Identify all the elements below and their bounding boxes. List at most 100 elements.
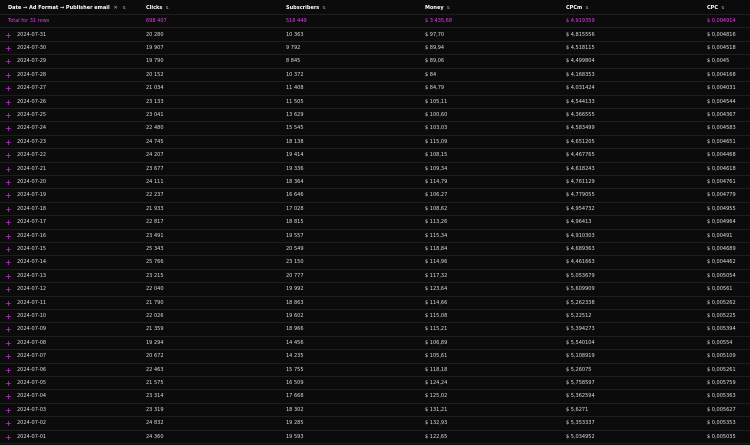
row-cpcm: $ 5,053679 <box>566 272 595 279</box>
table-row[interactable]: +2024-07-06 22 463 15 755 $ 118,18 $ 5,26075… <box>0 364 750 377</box>
table-row[interactable]: +2024-07-15 25 343 20 549 $ 118,84 $ 4,68936… <box>0 243 750 257</box>
plus-icon[interactable]: + <box>5 431 12 444</box>
data-table: Date → Ad Format → Publisher email ✕ ⇅ C… <box>0 0 750 445</box>
table-row[interactable]: +2024-07-14 25 766 23 150 $ 114,96 $ 4,46166… <box>0 256 750 270</box>
table-row[interactable]: +2024-07-28 20 152 10 372 $ 84 $ 4,168353 $ 0… <box>0 69 750 83</box>
sort-arrows-icon[interactable]: ⇅ <box>585 0 588 15</box>
plus-icon[interactable]: + <box>5 189 12 202</box>
table-row[interactable]: +2024-07-18 21 933 17 028 $ 108,62 $ 4,95473… <box>0 203 750 217</box>
sort-arrows-icon[interactable]: ⇅ <box>322 0 325 15</box>
sort-arrows-icon[interactable]: ⇅ <box>721 0 724 15</box>
table-row[interactable]: +2024-07-11 21 790 18 863 $ 114,66 $ 5,26233… <box>0 297 750 310</box>
table-row[interactable]: +2024-07-12 22 040 19 992 $ 123,64 $ 5,60990… <box>0 283 750 297</box>
plus-icon[interactable]: + <box>5 149 12 162</box>
row-subscribers: 19 602 <box>286 313 304 319</box>
row-clicks: 20 280 <box>146 31 164 38</box>
row-subscribers: 19 992 <box>286 286 304 293</box>
plus-icon[interactable]: + <box>5 310 12 323</box>
table-row[interactable]: +2024-07-30 19 907 9 792 $ 89,94 $ 4,518115 $… <box>0 42 750 56</box>
row-date: 2024-07-05 <box>17 380 47 386</box>
plus-icon[interactable]: + <box>5 256 12 269</box>
table-row[interactable]: +2024-07-21 23 677 19 336 $ 109,34 $ 4,61824… <box>0 163 750 176</box>
header-clicks-label: Clicks <box>146 5 163 11</box>
plus-icon[interactable]: + <box>5 417 12 430</box>
row-cpcm: $ 4,761129 <box>566 179 595 185</box>
table-row[interactable]: +2024-07-05 21 575 16 509 $ 124,24 $ 5,75859… <box>0 377 750 391</box>
table-row[interactable]: +2024-07-23 24 745 18 138 $ 115,09 $ 4,65120… <box>0 136 750 150</box>
plus-icon[interactable]: + <box>5 29 12 42</box>
table-row[interactable]: +2024-07-16 23 491 19 557 $ 115,34 $ 4,91030… <box>0 230 750 243</box>
plus-icon[interactable]: + <box>5 122 12 135</box>
plus-icon[interactable]: + <box>5 136 12 149</box>
plus-icon[interactable]: + <box>5 390 12 403</box>
table-row[interactable]: +2024-07-19 22 237 16 646 $ 106,27 $ 4,77905… <box>0 189 750 203</box>
plus-icon[interactable]: + <box>5 55 12 68</box>
plus-icon[interactable]: + <box>5 404 12 417</box>
table-row[interactable]: +2024-07-10 22 026 19 602 $ 115,08 $ 5,22512… <box>0 310 750 324</box>
table-row[interactable]: +2024-07-22 24 207 19 414 $ 108,15 $ 4,46776… <box>0 149 750 163</box>
row-money: $ 118,84 <box>425 246 448 252</box>
plus-icon[interactable]: + <box>5 364 12 377</box>
table-row[interactable]: +2024-07-17 22 817 18 815 $ 113,26 $ 4,96413… <box>0 216 750 230</box>
row-date: 2024-07-09 <box>17 326 47 333</box>
header-cpc[interactable]: CPC ⇅ <box>707 0 724 15</box>
header-cpcm[interactable]: CPCm ⇅ <box>566 0 589 15</box>
plus-icon[interactable]: + <box>5 377 12 390</box>
plus-icon[interactable]: + <box>5 96 12 109</box>
table-row[interactable]: +2024-07-25 23 041 13 629 $ 100,60 $ 4,36655… <box>0 109 750 123</box>
plus-icon[interactable]: + <box>5 42 12 55</box>
plus-icon[interactable]: + <box>5 216 12 229</box>
table-row[interactable]: +2024-07-26 23 133 11 505 $ 105,11 $ 4,54413… <box>0 96 750 109</box>
total-row: Total for 31 rows 698 407 516 449 $ 3 43… <box>0 15 750 29</box>
row-date: 2024-07-15 <box>17 246 47 252</box>
row-date: 2024-07-25 <box>17 112 47 118</box>
row-subscribers: 14 456 <box>286 339 304 346</box>
sort-arrows-icon[interactable]: ⇅ <box>447 0 450 15</box>
plus-icon[interactable]: + <box>5 203 12 216</box>
table-row[interactable]: +2024-07-27 21 034 11 408 $ 84,79 $ 4,031424… <box>0 82 750 96</box>
table-row[interactable]: +2024-07-04 23 314 17 668 $ 125,02 $ 5,36259… <box>0 390 750 404</box>
plus-icon[interactable]: + <box>5 270 12 283</box>
header-subscribers-label: Subscribers <box>286 5 320 11</box>
row-cpc: $ 0,004367 <box>707 112 736 118</box>
group-by-header[interactable]: Date → Ad Format → Publisher email ✕ ⇅ <box>8 0 126 15</box>
row-cpc: $ 0,005394 <box>707 326 736 333</box>
plus-icon[interactable]: + <box>5 243 12 256</box>
row-cpcm: $ 4,366555 <box>566 112 595 118</box>
plus-icon[interactable]: + <box>5 109 12 122</box>
sort-arrows-icon[interactable]: ⇅ <box>122 0 125 15</box>
table-row[interactable]: +2024-07-01 24 360 19 593 $ 122,65 $ 5,03495… <box>0 431 750 444</box>
row-cpcm: $ 4,618243 <box>566 165 595 172</box>
plus-icon[interactable]: + <box>5 69 12 82</box>
table-row[interactable]: +2024-07-09 21 359 18 966 $ 115,21 $ 5,39427… <box>0 323 750 337</box>
row-date: 2024-07-26 <box>17 98 47 105</box>
row-date: 2024-07-27 <box>17 85 47 92</box>
plus-icon[interactable]: + <box>5 82 12 95</box>
table-row[interactable]: +2024-07-02 24 832 19 285 $ 132,93 $ 5,35333… <box>0 417 750 431</box>
plus-icon[interactable]: + <box>5 163 12 176</box>
plus-icon[interactable]: + <box>5 350 12 363</box>
table-row[interactable]: +2024-07-24 22 480 15 545 $ 103,03 $ 4,58349… <box>0 122 750 136</box>
plus-icon[interactable]: + <box>5 323 12 336</box>
table-row[interactable]: +2024-07-07 20 672 14 235 $ 105,61 $ 5,10891… <box>0 350 750 364</box>
table-row[interactable]: +2024-07-31 20 280 10 363 $ 97,70 $ 4,815556… <box>0 29 750 42</box>
plus-icon[interactable]: + <box>5 176 12 189</box>
plus-icon[interactable]: + <box>5 230 12 243</box>
sort-arrows-icon[interactable]: ⇅ <box>165 0 168 15</box>
header-clicks[interactable]: Clicks ⇅ <box>146 0 169 15</box>
header-money[interactable]: Money ⇅ <box>425 0 450 15</box>
close-icon[interactable]: ✕ <box>113 1 117 16</box>
table-row[interactable]: +2024-07-29 19 790 8 845 $ 89,06 $ 4,499804 $… <box>0 55 750 69</box>
plus-icon[interactable]: + <box>5 297 12 310</box>
table-row[interactable]: +2024-07-13 23 215 20 777 $ 117,32 $ 5,05367… <box>0 270 750 284</box>
table-row[interactable]: +2024-07-08 19 294 14 456 $ 106,89 $ 5,54010… <box>0 337 750 351</box>
plus-icon[interactable]: + <box>5 337 12 350</box>
row-money: $ 89,94 <box>425 45 445 51</box>
plus-icon[interactable]: + <box>5 283 12 296</box>
table-row[interactable]: +2024-07-20 24 111 18 364 $ 114,79 $ 4,76112… <box>0 176 750 190</box>
table-row[interactable]: +2024-07-03 23 319 18 302 $ 131,21 $ 5,6271 $… <box>0 404 750 418</box>
row-cpcm: $ 4,499804 <box>566 58 595 65</box>
row-cpc: $ 0,004689 <box>707 246 736 252</box>
header-subscribers[interactable]: Subscribers ⇅ <box>286 0 326 15</box>
row-subscribers: 8 845 <box>286 58 301 65</box>
